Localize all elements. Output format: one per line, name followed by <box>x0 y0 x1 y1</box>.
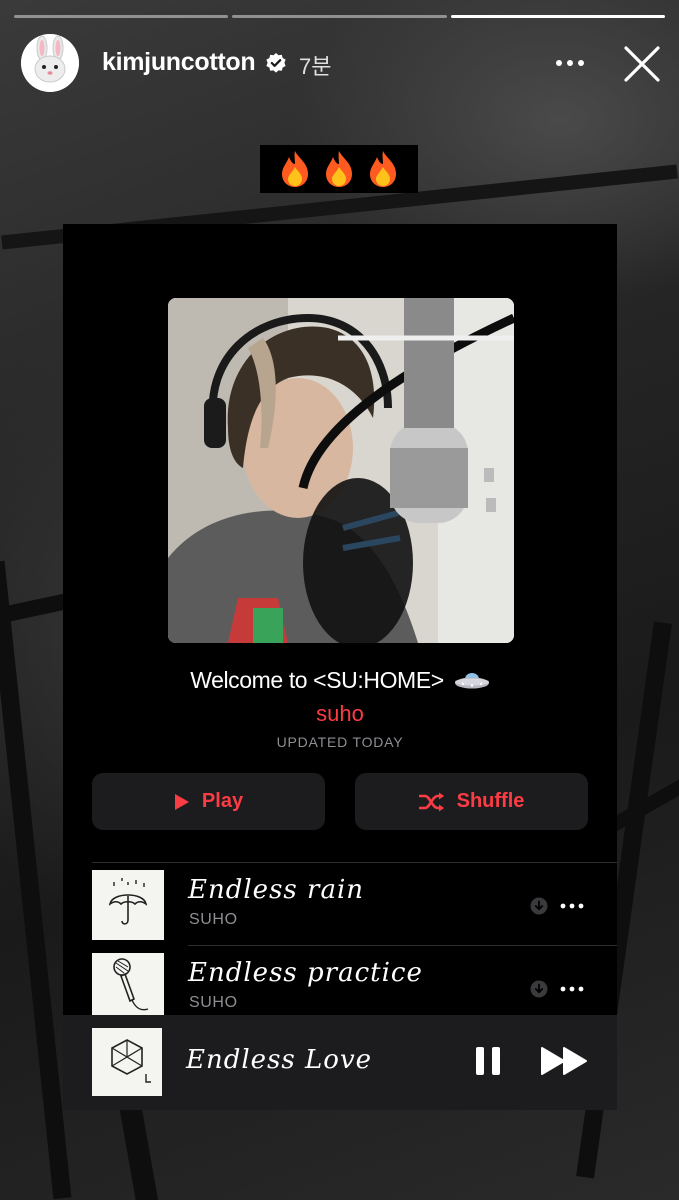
fire-emoji-sticker <box>260 145 418 193</box>
exo-logo-icon <box>92 1028 162 1096</box>
track-title: Endless practice <box>188 958 423 988</box>
download-icon[interactable] <box>530 897 548 915</box>
track-row[interactable]: Endless rain SUHO <box>92 863 617 945</box>
fire-icon <box>370 151 396 187</box>
playlist-artist[interactable]: suho <box>63 701 617 727</box>
now-playing-bar[interactable]: Endless Love <box>63 1015 617 1110</box>
progress-segment-active <box>450 15 665 18</box>
fire-icon <box>326 151 352 187</box>
avatar[interactable] <box>21 34 79 92</box>
ufo-icon <box>454 672 489 689</box>
progress-segment <box>232 15 447 18</box>
playlist-cover-photo <box>168 298 514 643</box>
now-playing-artwork <box>92 1028 162 1096</box>
microphone-icon <box>92 953 164 1023</box>
playlist-updated-label: UPDATED TODAY <box>276 734 404 750</box>
shuffle-button-label: Shuffle <box>456 790 525 812</box>
progress-segment <box>14 15 229 18</box>
track-artwork <box>92 953 164 1023</box>
pause-icon[interactable] <box>473 1045 503 1077</box>
story-timestamp: 7분 <box>299 54 332 79</box>
track-artist: SUHO <box>189 911 238 928</box>
fast-forward-icon[interactable] <box>541 1046 589 1076</box>
more-icon[interactable] <box>558 982 586 996</box>
track-artwork <box>92 870 164 940</box>
shuffle-icon <box>418 792 444 811</box>
verified-badge-icon <box>266 53 286 73</box>
shuffle-button[interactable]: Shuffle <box>355 773 588 830</box>
download-icon[interactable] <box>530 980 548 998</box>
fire-icon <box>282 151 308 187</box>
story-progress-bar <box>14 15 665 18</box>
playlist-title: Welcome to <SU:HOME> <box>190 667 444 694</box>
playlist-share-card[interactable]: Welcome to <SU:HOME> suho UPDATED TODAY … <box>63 224 617 1110</box>
more-icon[interactable] <box>558 899 586 913</box>
close-icon[interactable] <box>620 42 664 86</box>
more-options-icon[interactable] <box>551 48 591 78</box>
now-playing-title: Endless Love <box>186 1045 373 1075</box>
username[interactable]: kimjuncotton <box>102 48 256 77</box>
umbrella-icon <box>92 870 164 940</box>
play-button[interactable]: Play <box>92 773 325 830</box>
play-button-label: Play <box>201 790 244 812</box>
bunny-avatar-icon <box>21 34 79 92</box>
play-icon <box>174 793 189 810</box>
playlist-title-row: Welcome to <SU:HOME> <box>63 666 617 694</box>
track-title: Endless rain <box>188 875 365 905</box>
track-artist: SUHO <box>189 994 238 1011</box>
